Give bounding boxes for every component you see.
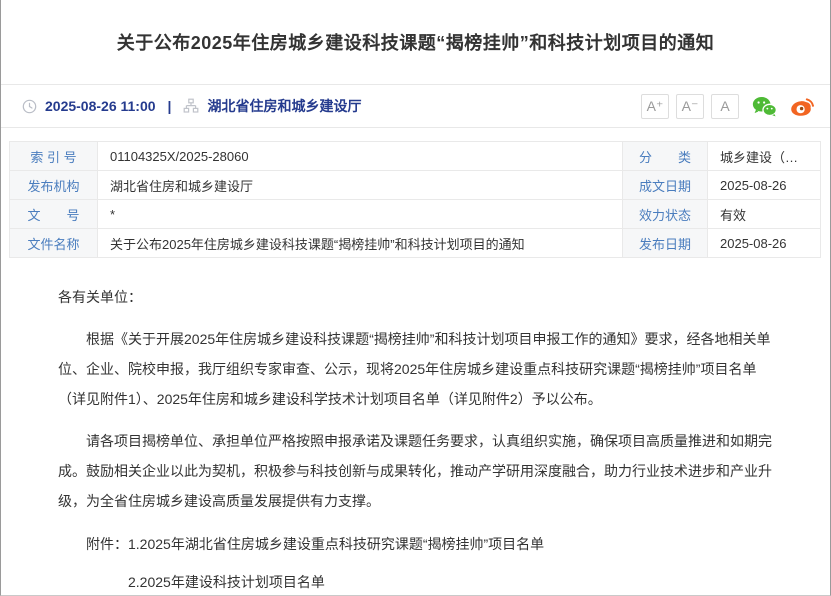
attachment-line-2: 2.2025年建设科技计划项目名单 xyxy=(58,567,773,596)
notice-page: 关于公布2025年住房城乡建设科技课题“揭榜挂帅”和科技计划项目的通知 2025… xyxy=(0,0,831,596)
source-org-link[interactable]: 湖北省住房和城乡建设厅 xyxy=(207,96,361,116)
info-value-issue-date: 2025-08-26 xyxy=(708,171,821,200)
info-label-doc-number: 文 号 xyxy=(10,200,98,229)
font-increase-button[interactable]: A⁺ xyxy=(641,94,669,119)
table-row: 发布机构 湖北省住房和城乡建设厅 成文日期 2025-08-26 xyxy=(10,171,821,200)
info-label-issue-date: 成文日期 xyxy=(623,171,708,200)
info-label-publisher: 发布机构 xyxy=(10,171,98,200)
info-value-index: 01104325X/2025-28060 xyxy=(98,142,623,171)
meta-bar: 2025-08-26 11:00 | 湖北省住房和城乡建设厅 A⁺ A⁻ A xyxy=(1,85,830,128)
article-body: 各有关单位： 根据《关于开展2025年住房城乡建设科技课题“揭榜挂帅”和科技计划… xyxy=(1,258,830,596)
info-label-publish-date: 发布日期 xyxy=(623,229,708,258)
table-row: 文 号 * 效力状态 有效 xyxy=(10,200,821,229)
info-label-validity: 效力状态 xyxy=(623,200,708,229)
greeting-line: 各有关单位： xyxy=(58,282,773,312)
font-reset-button[interactable]: A xyxy=(711,94,739,119)
info-label-doc-title: 文件名称 xyxy=(10,229,98,258)
info-value-doc-number: * xyxy=(98,200,623,229)
meta-actions: A⁺ A⁻ A xyxy=(641,94,816,119)
meta-separator: | xyxy=(164,98,176,114)
info-label-category: 分 类 xyxy=(623,142,708,171)
info-value-validity: 有效 xyxy=(708,200,821,229)
doc-header: 关于公布2025年住房城乡建设科技课题“揭榜挂帅”和科技计划项目的通知 xyxy=(1,0,830,85)
table-row: 文件名称 关于公布2025年住房城乡建设科技课题“揭榜挂帅”和科技计划项目的通知… xyxy=(10,229,821,258)
info-value-publish-date: 2025-08-26 xyxy=(708,229,821,258)
info-value-publisher: 湖北省住房和城乡建设厅 xyxy=(98,171,623,200)
weibo-share-icon[interactable] xyxy=(790,96,816,117)
info-value-doc-title: 关于公布2025年住房城乡建设科技课题“揭榜挂帅”和科技计划项目的通知 xyxy=(98,229,623,258)
info-value-category: 城乡建设（含住房） xyxy=(708,142,821,171)
attachment-line-1: 附件：1.2025年湖北省住房城乡建设重点科技研究课题“揭榜挂帅”项目名单 xyxy=(58,529,773,559)
wechat-share-icon[interactable] xyxy=(752,96,777,117)
page-title: 关于公布2025年住房城乡建设科技课题“揭榜挂帅”和科技计划项目的通知 xyxy=(117,29,715,55)
table-row: 索 引 号 01104325X/2025-28060 分 类 城乡建设（含住房） xyxy=(10,142,821,171)
font-decrease-button[interactable]: A⁻ xyxy=(676,94,704,119)
document-info-table: 索 引 号 01104325X/2025-28060 分 类 城乡建设（含住房）… xyxy=(9,141,821,258)
paragraph-2: 请各项目揭榜单位、承担单位严格按照申报承诺及课题任务要求，认真组织实施，确保项目… xyxy=(58,426,773,516)
info-table-wrap: 索 引 号 01104325X/2025-28060 分 类 城乡建设（含住房）… xyxy=(1,128,830,258)
clock-icon xyxy=(22,99,37,114)
publish-datetime: 2025-08-26 11:00 xyxy=(45,98,156,114)
info-label-index: 索 引 号 xyxy=(10,142,98,171)
sitemap-icon xyxy=(183,98,199,114)
paragraph-1: 根据《关于开展2025年住房城乡建设科技课题“揭榜挂帅”和科技计划项目申报工作的… xyxy=(58,324,773,414)
meta-info: 2025-08-26 11:00 | 湖北省住房和城乡建设厅 xyxy=(22,96,361,116)
